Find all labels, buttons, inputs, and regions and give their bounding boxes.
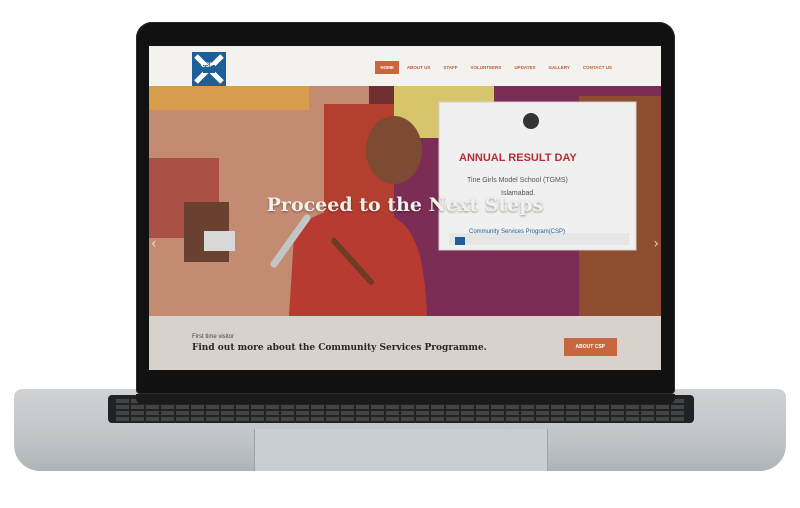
- laptop-chin: [136, 394, 675, 404]
- keyboard-row: [116, 417, 686, 421]
- trackpad: [254, 429, 548, 471]
- nav-contact-us[interactable]: CONTACT US: [578, 61, 617, 74]
- nav-staff[interactable]: STAFF: [438, 61, 462, 74]
- nav-volunteers[interactable]: VOLUNTEERS: [466, 61, 507, 74]
- previous-slide-icon[interactable]: ‹: [151, 236, 157, 252]
- next-slide-icon[interactable]: ›: [653, 236, 659, 252]
- website-screen: CSP HOME ABOUT US STAFF VOLUNTEERS UPDAT…: [149, 46, 661, 370]
- keyboard-row: [116, 405, 686, 409]
- hero-title: Proceed to the Next Steps: [266, 194, 544, 216]
- nav-home[interactable]: HOME: [375, 61, 399, 74]
- banner-line-1: ANNUAL RESULT DAY: [459, 152, 577, 164]
- csp-logo[interactable]: CSP: [192, 52, 226, 86]
- csp-logo-icon: [192, 52, 226, 86]
- panel-title: Find out more about the Community Servic…: [192, 343, 487, 353]
- about-csp-button[interactable]: ABOUT CSP: [563, 338, 617, 356]
- panel-kicker: First time visitor: [192, 334, 234, 340]
- nav-gallery[interactable]: GALLERY: [543, 61, 574, 74]
- banner-line-2: Tine Girls Model School (TGMS): [467, 177, 568, 184]
- banner-line-4: Community Services Program(CSP): [469, 229, 566, 235]
- hero-carousel: ANNUAL RESULT DAY Tine Girls Model Schoo…: [149, 86, 661, 316]
- nav-about-us[interactable]: ABOUT US: [402, 61, 436, 74]
- logo-text: CSP: [201, 63, 214, 69]
- main-navigation: HOME ABOUT US STAFF VOLUNTEERS UPDATES G…: [375, 61, 617, 74]
- first-time-visitor-panel: First time visitor Find out more about t…: [149, 316, 661, 370]
- nav-updates[interactable]: UPDATES: [509, 61, 540, 74]
- site-header: CSP HOME ABOUT US STAFF VOLUNTEERS UPDAT…: [149, 46, 661, 86]
- keyboard-row: [116, 411, 686, 415]
